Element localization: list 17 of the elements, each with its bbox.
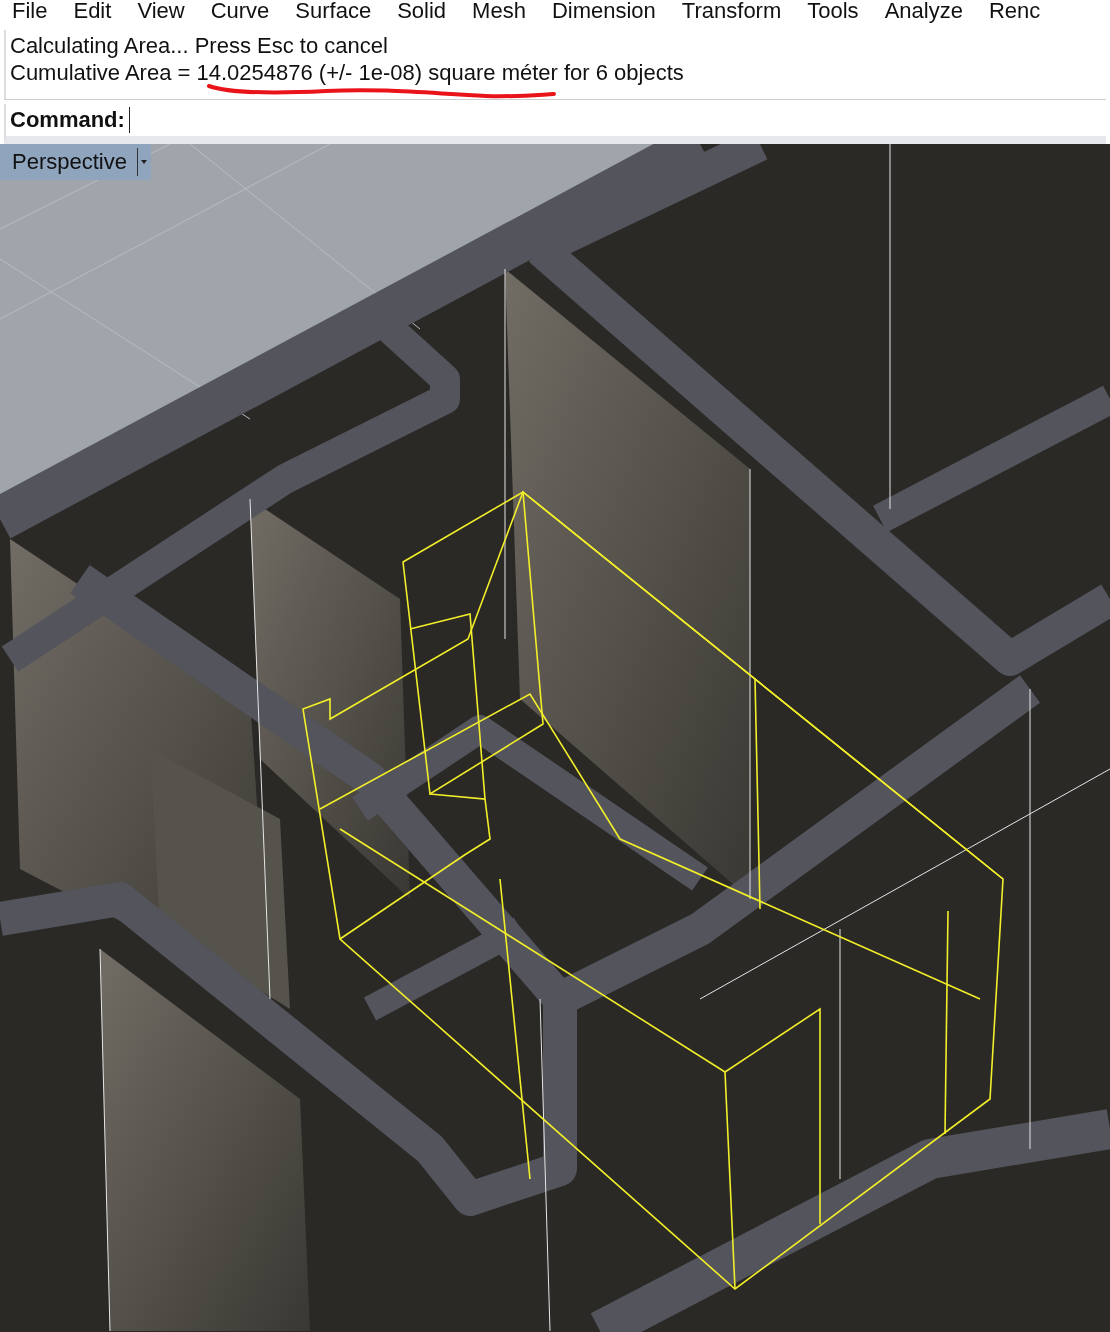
history-line: Calculating Area... Press Esc to cancel (10, 32, 389, 59)
menu-item[interactable]: Solid (397, 0, 447, 24)
menu-item[interactable]: Tools (807, 0, 859, 24)
command-prompt: Command: (10, 107, 125, 133)
history-line: Cumulative Area = 14.0254876 (+/- 1e-08) square méter for 6 objects (10, 59, 685, 86)
menu-item[interactable]: Renc (988, 0, 1041, 24)
menu-item[interactable]: Transform (681, 0, 782, 24)
menu-item[interactable]: View (137, 0, 185, 24)
menu-item[interactable]: Analyze (884, 0, 963, 24)
menu-item[interactable]: Surface (295, 0, 372, 24)
menu-item[interactable]: File (12, 0, 48, 24)
menu-item[interactable]: Edit (73, 0, 112, 24)
viewport-tab[interactable]: Perspective (0, 144, 151, 180)
menu-item[interactable]: Mesh (472, 0, 526, 24)
menu-item[interactable]: Curve (210, 0, 270, 24)
menu-item[interactable]: Dimension (551, 0, 656, 24)
caret-icon (140, 160, 147, 164)
